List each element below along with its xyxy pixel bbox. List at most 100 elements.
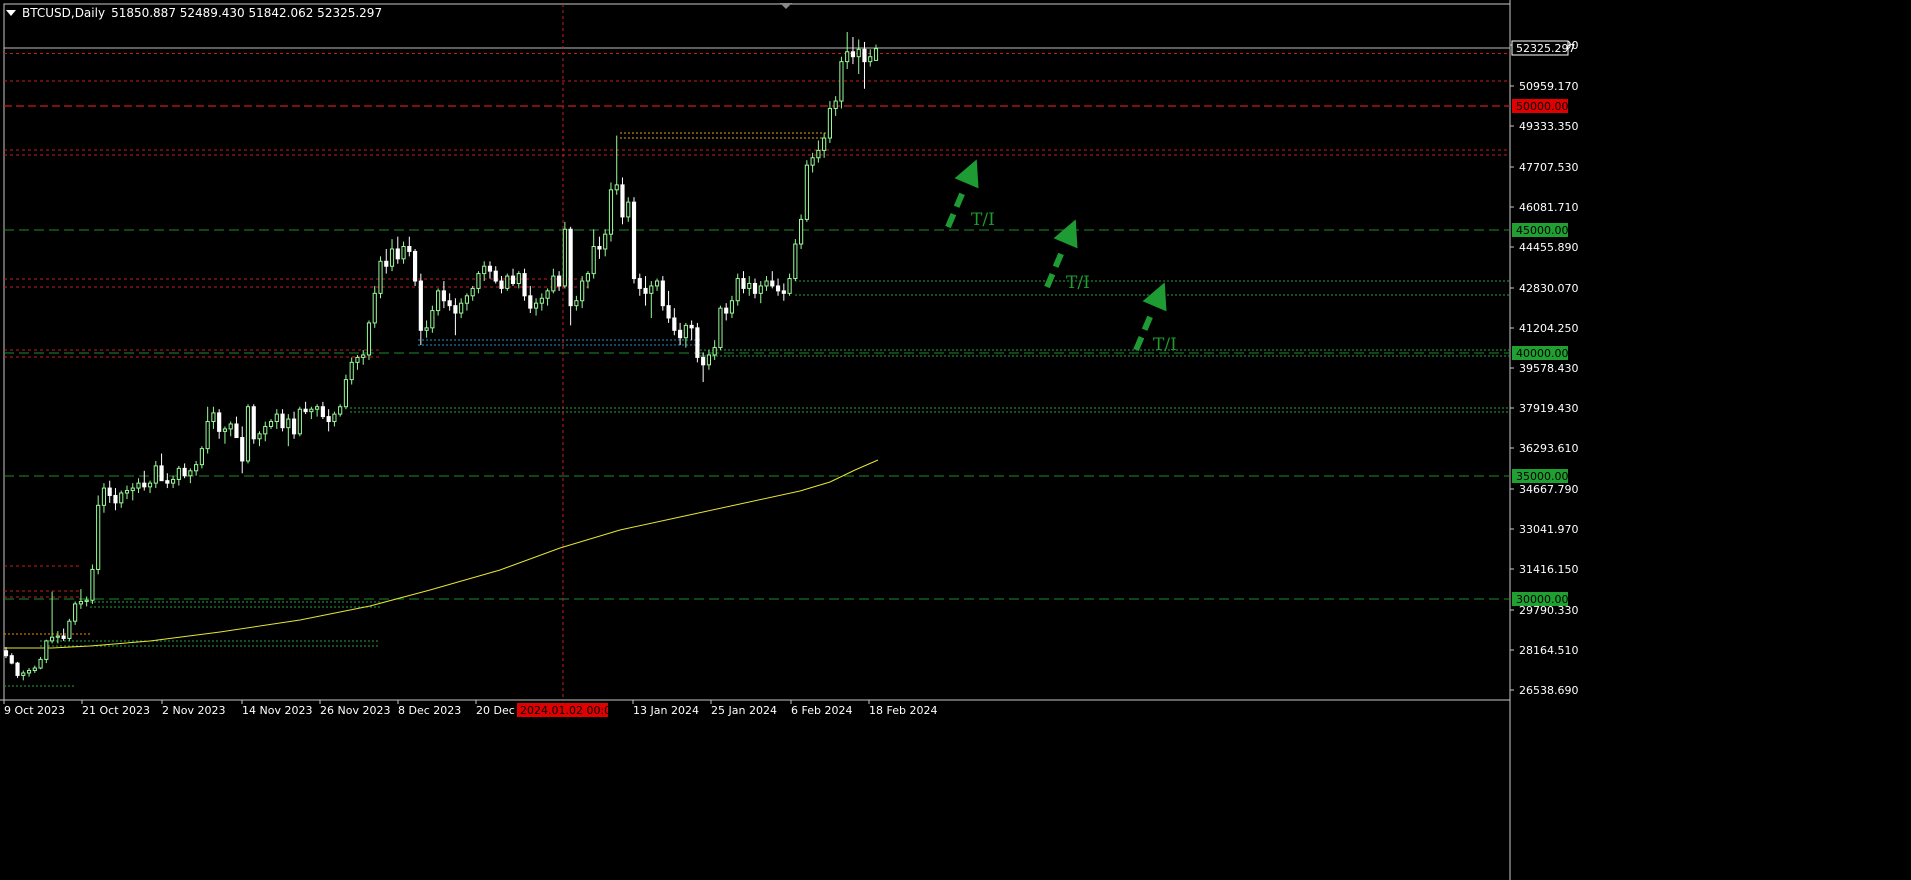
- candle-body[interactable]: [44, 640, 49, 660]
- candle-body[interactable]: [142, 482, 147, 488]
- candle-body[interactable]: [533, 302, 539, 309]
- candle-body[interactable]: [372, 292, 377, 324]
- candle-body[interactable]: [38, 658, 43, 669]
- candle-body[interactable]: [631, 201, 637, 280]
- candle-body[interactable]: [338, 406, 343, 415]
- candle-body[interactable]: [194, 464, 199, 472]
- candle-body[interactable]: [176, 467, 181, 480]
- candle-body[interactable]: [171, 478, 176, 484]
- candle-body[interactable]: [15, 662, 20, 676]
- candle-body[interactable]: [787, 278, 792, 294]
- candle-body[interactable]: [274, 413, 279, 423]
- candle-body[interactable]: [107, 487, 112, 496]
- candle-body[interactable]: [297, 408, 302, 435]
- candle-body[interactable]: [268, 421, 274, 427]
- candle-body[interactable]: [315, 406, 320, 410]
- candle-body[interactable]: [706, 354, 711, 366]
- candle-body[interactable]: [637, 278, 642, 289]
- candle-body[interactable]: [793, 243, 798, 280]
- candle-body[interactable]: [850, 51, 856, 58]
- candle-body[interactable]: [50, 636, 55, 642]
- candle-body[interactable]: [407, 246, 412, 252]
- candle-body[interactable]: [735, 278, 740, 302]
- candle-body[interactable]: [26, 669, 32, 674]
- candle-body[interactable]: [775, 285, 781, 292]
- candle-body[interactable]: [165, 480, 170, 484]
- candle-body[interactable]: [752, 282, 758, 294]
- candle-body[interactable]: [349, 361, 354, 381]
- candle-body[interactable]: [217, 412, 222, 432]
- candle-body[interactable]: [672, 317, 677, 331]
- candle-body[interactable]: [487, 265, 493, 272]
- candle-body[interactable]: [384, 260, 389, 267]
- candle-body[interactable]: [591, 246, 596, 275]
- candle-body[interactable]: [833, 100, 838, 109]
- candle-body[interactable]: [626, 201, 631, 218]
- candle-body[interactable]: [389, 248, 395, 267]
- chart-window[interactable]: T/IT/IT/I52584.09050959.17049333.3504770…: [0, 0, 1911, 880]
- candle-body[interactable]: [724, 307, 729, 314]
- candle-body[interactable]: [188, 470, 193, 477]
- candle-body[interactable]: [78, 600, 83, 605]
- candle-body[interactable]: [61, 635, 66, 639]
- candle-body[interactable]: [654, 280, 660, 287]
- candle-body[interactable]: [136, 482, 141, 489]
- candle-body[interactable]: [205, 421, 210, 450]
- candle-body[interactable]: [424, 327, 429, 331]
- candle-body[interactable]: [470, 287, 475, 297]
- collapse-triangle-icon[interactable]: [6, 10, 16, 16]
- price-chart[interactable]: T/IT/IT/I52584.09050959.17049333.3504770…: [0, 0, 1911, 880]
- candle-body[interactable]: [55, 635, 60, 638]
- candle-body[interactable]: [130, 487, 135, 492]
- candle-body[interactable]: [153, 465, 158, 484]
- candle-body[interactable]: [585, 273, 591, 282]
- candle-body[interactable]: [614, 184, 619, 191]
- candle-body[interactable]: [453, 305, 458, 314]
- candle-body[interactable]: [430, 310, 435, 329]
- candle-body[interactable]: [482, 265, 487, 275]
- candle-body[interactable]: [620, 184, 625, 218]
- candle-body[interactable]: [280, 413, 285, 429]
- candle-body[interactable]: [868, 56, 873, 63]
- candle-body[interactable]: [245, 406, 251, 462]
- candle-body[interactable]: [3, 650, 9, 657]
- candle-body[interactable]: [574, 300, 579, 307]
- candle-body[interactable]: [459, 302, 464, 314]
- candle-body[interactable]: [799, 218, 804, 245]
- candle-body[interactable]: [545, 290, 550, 299]
- candle-body[interactable]: [528, 295, 533, 309]
- candle-body[interactable]: [90, 568, 95, 601]
- candle-body[interactable]: [510, 275, 516, 284]
- candle-body[interactable]: [845, 51, 850, 63]
- candle-body[interactable]: [101, 487, 107, 506]
- candle-body[interactable]: [309, 408, 314, 413]
- candle-body[interactable]: [286, 418, 291, 429]
- candle-body[interactable]: [827, 107, 832, 139]
- candle-body[interactable]: [67, 620, 72, 639]
- candle-body[interactable]: [96, 504, 101, 570]
- chart-shift-marker-icon[interactable]: [780, 3, 792, 9]
- candle-body[interactable]: [649, 285, 654, 294]
- candle-body[interactable]: [441, 290, 446, 302]
- candle-body[interactable]: [597, 246, 602, 250]
- candle-body[interactable]: [770, 280, 775, 287]
- candle-body[interactable]: [701, 356, 706, 366]
- candle-body[interactable]: [257, 433, 262, 440]
- candle-body[interactable]: [764, 280, 769, 287]
- candle-body[interactable]: [562, 228, 567, 287]
- candle-body[interactable]: [539, 297, 544, 304]
- candle-body[interactable]: [361, 354, 366, 358]
- candle-body[interactable]: [568, 228, 573, 307]
- candle-body[interactable]: [228, 423, 233, 430]
- candle-body[interactable]: [418, 280, 423, 331]
- candle-body[interactable]: [822, 137, 827, 151]
- candle-body[interactable]: [781, 290, 786, 294]
- candle-body[interactable]: [689, 324, 694, 329]
- candle-body[interactable]: [291, 418, 297, 435]
- candle-body[interactable]: [839, 61, 844, 102]
- candle-body[interactable]: [113, 494, 118, 504]
- candle-body[interactable]: [21, 672, 26, 676]
- candle-body[interactable]: [211, 412, 216, 423]
- candle-body[interactable]: [476, 273, 481, 289]
- candle-body[interactable]: [551, 275, 556, 292]
